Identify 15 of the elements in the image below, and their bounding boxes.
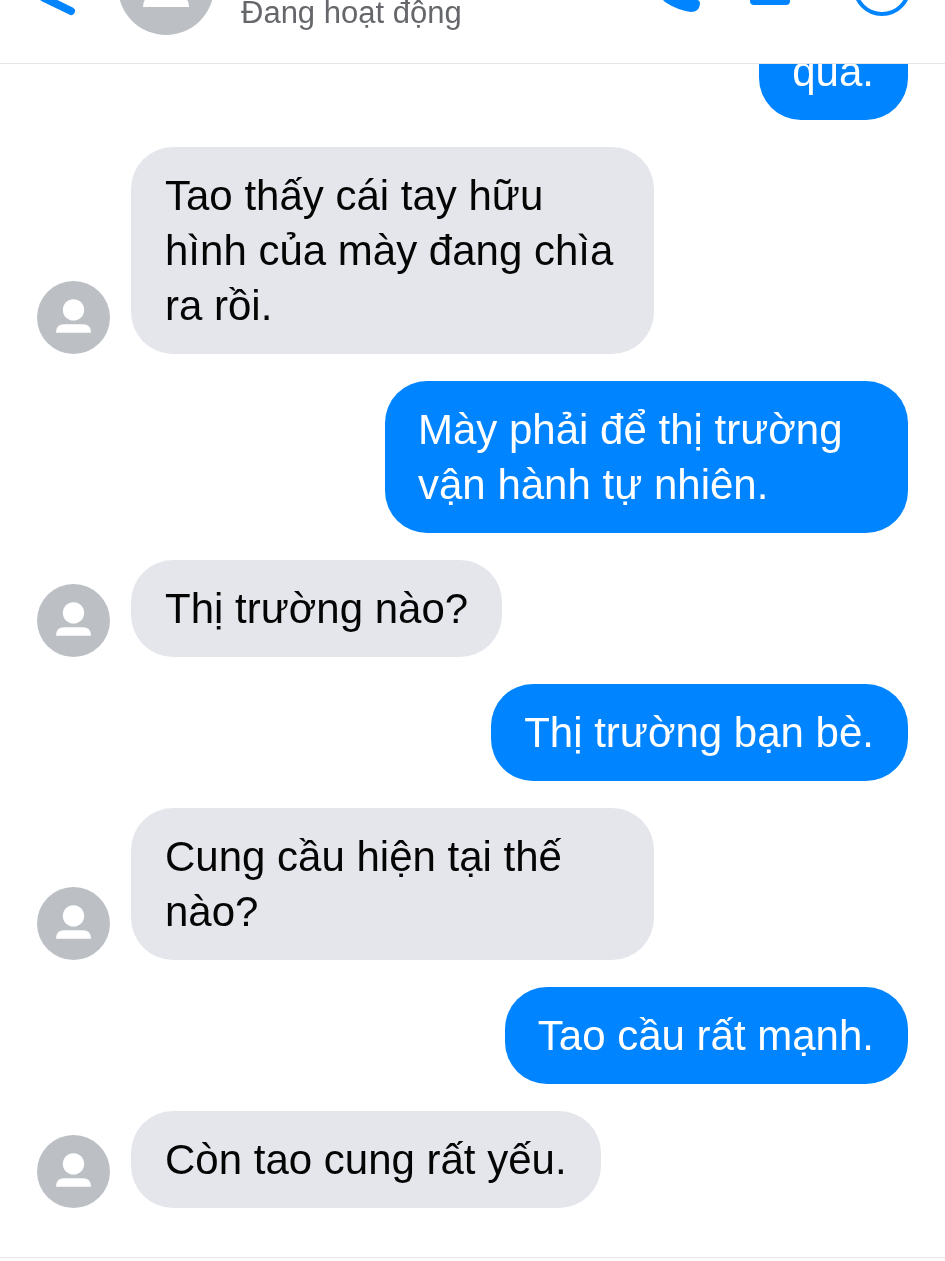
message-bubble: Cung cầu hiện tại thế nào? (131, 808, 654, 960)
avatar-icon (37, 887, 110, 960)
avatar-icon (37, 281, 110, 354)
video-camera-icon[interactable] (750, 0, 790, 5)
message-bubble: Tao cầu rất mạnh. (504, 987, 908, 1084)
message-bubble: Tao thấy cái tay hữu hình của mày đang chìa ra rồi. (131, 147, 654, 354)
message-bubble: Còn tao cung rất yếu. (131, 1111, 601, 1208)
avatar-icon (37, 584, 110, 657)
avatar-icon (37, 1135, 110, 1208)
message-bubble: qua. (759, 64, 908, 120)
back-icon[interactable] (40, 0, 76, 16)
phone-icon[interactable] (663, 0, 700, 12)
message-bubble: Thị trường nào? (131, 560, 503, 657)
message-bubble: Thị trường bạn bè. (491, 684, 908, 781)
message-bubble: Mày phải để thị trường vận hành tự nhiên. (385, 381, 908, 533)
